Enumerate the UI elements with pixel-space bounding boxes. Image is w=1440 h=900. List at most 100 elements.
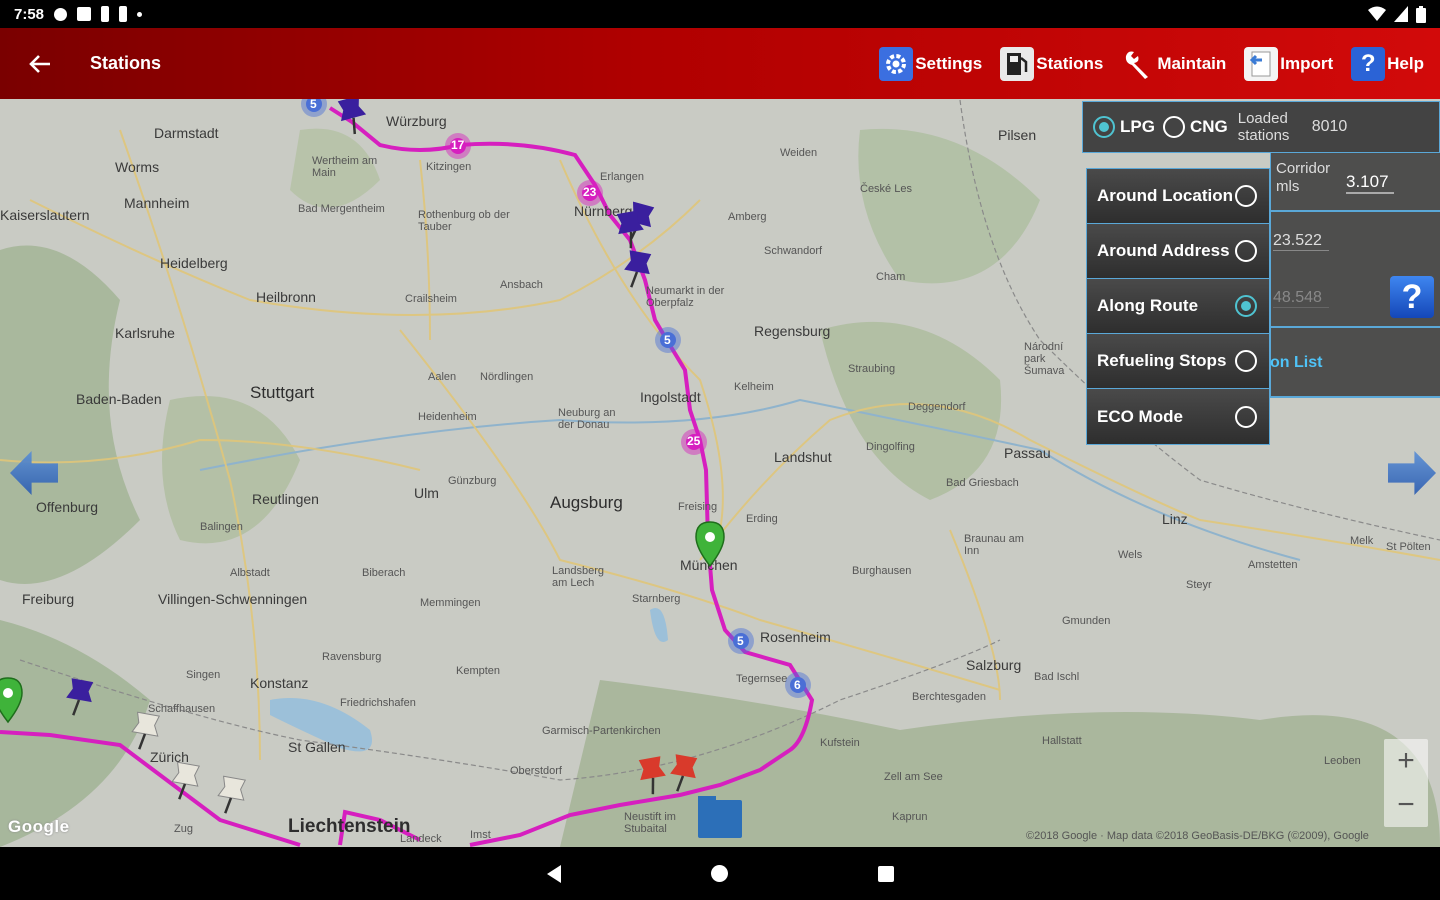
city-label: Offenburg (36, 499, 99, 515)
city-label: Stuttgart (250, 383, 315, 402)
maintain-action-label: Maintain (1157, 53, 1227, 73)
city-label: Tegernsee (736, 673, 788, 685)
lpg-radio[interactable] (1093, 116, 1115, 138)
divider (1270, 396, 1440, 398)
city-label: Karlsruhe (115, 325, 175, 341)
city-label: Hallstatt (1042, 735, 1082, 747)
city-label: Passau (1004, 445, 1051, 461)
city-label: Schwandorf (764, 245, 823, 257)
city-label: Ravensburg (322, 651, 382, 663)
corridor-input[interactable]: 3.107 (1346, 172, 1394, 194)
cng-radio[interactable] (1162, 116, 1185, 138)
city-label: Augsburg (550, 493, 623, 512)
city-label: Landshut (774, 449, 832, 465)
cluster-count: 5 (664, 333, 671, 347)
battery-icon (1416, 5, 1426, 23)
city-label: Melk (1350, 535, 1374, 547)
import-action-button[interactable]: Import (1244, 46, 1333, 81)
loaded-stations-value: 8010 (1311, 118, 1348, 135)
cluster-count: 25 (687, 434, 701, 448)
along-route-option[interactable]: Along Route (1087, 279, 1269, 334)
help-action-button[interactable]: ? Help (1351, 46, 1424, 81)
longitude-field[interactable]: 48.548 (1273, 289, 1329, 308)
city-label: Národní park Šumava (1024, 341, 1065, 377)
cluster-count: 17 (451, 138, 465, 152)
city-label: Starnberg (632, 593, 681, 605)
gear-icon (879, 46, 914, 81)
city-label: Gmunden (1062, 615, 1111, 627)
city-label: Neustift im Stubaital (624, 811, 676, 835)
city-label: Braunau am Inn (964, 533, 1024, 557)
clock: 7:58 (14, 5, 45, 23)
city-label: Heidenheim (418, 411, 477, 423)
menu-item-label: Along Route (1097, 296, 1199, 315)
latitude-field[interactable]: 23.522 (1273, 232, 1329, 251)
question-icon: ? (1351, 46, 1386, 81)
station-list-link[interactable]: on List (1270, 354, 1322, 372)
back-button[interactable] (10, 28, 70, 99)
around-address-option[interactable]: Around Address (1087, 224, 1269, 279)
city-label: Freising (678, 501, 718, 513)
city-label: České Les (860, 183, 912, 195)
city-label: Berchtesgaden (912, 691, 986, 703)
city-label: Imst (470, 829, 491, 841)
settings-action-button[interactable]: Settings (879, 46, 982, 81)
refueling-stops-option[interactable]: Refueling Stops (1087, 334, 1269, 389)
search-mode-menu: Around Location Around Address Along Rou… (1086, 168, 1270, 445)
help-button[interactable]: ? (1390, 276, 1434, 318)
city-label: Würzburg (386, 113, 447, 129)
loaded-stations-label: Loaded stations (1237, 110, 1290, 144)
eco-mode-option[interactable]: ECO Mode (1087, 389, 1269, 444)
nav-recents-icon[interactable] (877, 865, 894, 882)
city-label: Freiburg (22, 591, 75, 607)
help-action-label: Help (1387, 53, 1424, 73)
cng-label: CNG (1189, 117, 1228, 136)
city-label: Erlangen (600, 171, 645, 183)
city-label: Nördlingen (480, 371, 534, 383)
sim-notification-icon (101, 6, 110, 22)
city-label: Singen (186, 669, 221, 681)
city-label: Liechtenstein (288, 816, 411, 837)
city-label: Cham (876, 271, 906, 283)
maintain-action-button[interactable]: Maintain (1121, 47, 1226, 81)
lpg-radio-option[interactable]: LPG (1093, 116, 1155, 138)
nav-back-icon[interactable] (546, 864, 561, 883)
fuel-filter-panel: LPG CNG Loaded stations 8010 (1082, 101, 1440, 153)
city-label: Weiden (780, 147, 818, 159)
more-notifications-icon (137, 11, 143, 17)
eco-mode-radio[interactable] (1235, 405, 1257, 428)
around-location-radio[interactable] (1235, 185, 1257, 207)
around-address-radio[interactable] (1235, 240, 1257, 262)
zoom-out-button[interactable]: − (1384, 783, 1428, 827)
city-label: Landeck (400, 833, 442, 845)
city-label: Villingen-Schwenningen (158, 591, 308, 607)
city-label: Bad Ischl (1034, 671, 1080, 683)
city-label: Biberach (362, 567, 406, 579)
divider (1270, 326, 1440, 328)
zoom-in-button[interactable]: + (1384, 739, 1428, 783)
city-label: Landsberg am Lech (552, 565, 604, 589)
city-label: Erding (746, 513, 778, 525)
cluster-count: 5 (737, 634, 744, 648)
city-label: Kelheim (734, 381, 774, 393)
city-label: Rosenheim (760, 629, 831, 645)
city-label: Ansbach (500, 279, 543, 291)
city-label: Deggendorf (908, 401, 966, 413)
city-label: Garmisch-Partenkirchen (542, 725, 661, 737)
fuel-pump-icon (1000, 46, 1035, 81)
cng-radio-option[interactable]: CNG (1162, 116, 1228, 138)
city-label: Straubing (848, 363, 896, 375)
city-label: Ulm (414, 485, 439, 501)
menu-item-label: Refueling Stops (1097, 351, 1227, 370)
cluster-count: 23 (583, 185, 597, 199)
page-title: Stations (90, 53, 162, 73)
stations-action-button[interactable]: Stations (1000, 46, 1103, 81)
lpg-label: LPG (1120, 117, 1155, 136)
around-location-option[interactable]: Around Location (1087, 169, 1269, 224)
city-label: Linz (1162, 511, 1188, 527)
refueling-stops-radio[interactable] (1235, 350, 1257, 372)
city-label: Schaffhausen (148, 703, 216, 715)
nav-home-icon[interactable] (710, 865, 728, 882)
along-route-radio[interactable] (1235, 295, 1257, 317)
city-label: Aalen (428, 371, 457, 383)
